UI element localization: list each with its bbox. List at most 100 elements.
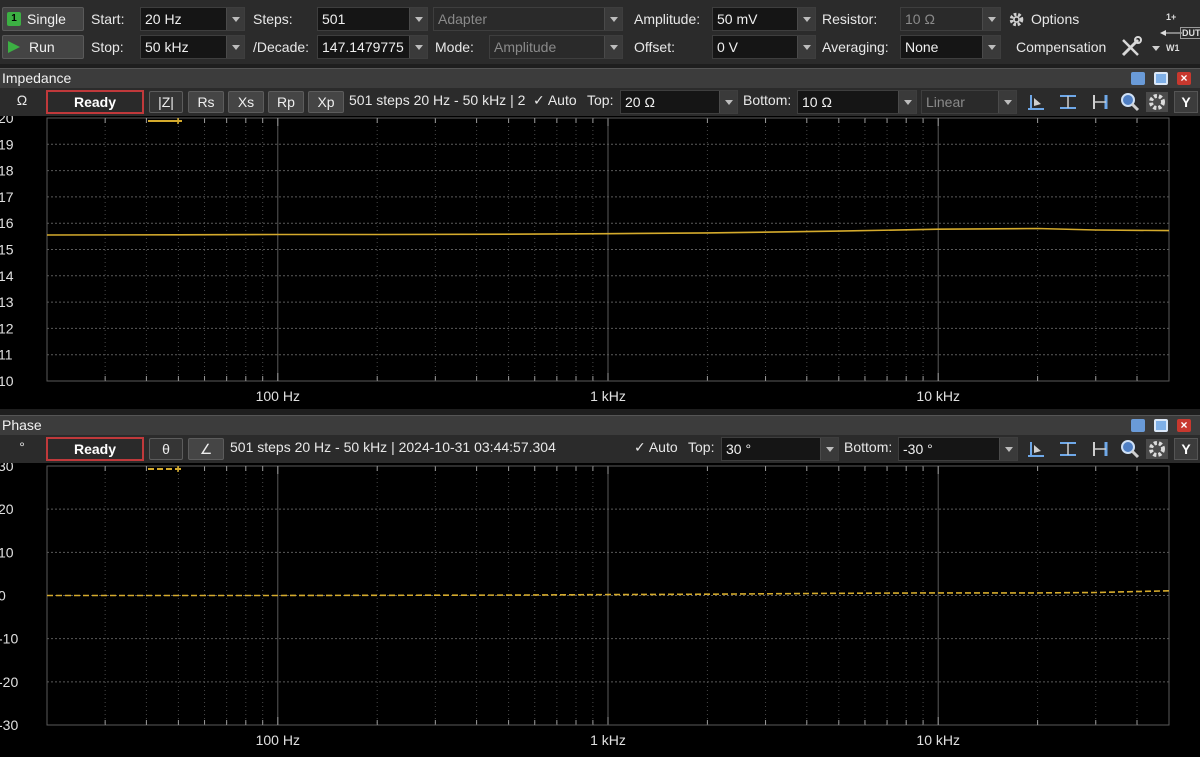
main-toolbar: 1 Single Run Start: 20 Hz Stop: 50 kHz S… [0,0,1200,64]
chevron-down-icon[interactable] [820,438,838,460]
single-icon: 1 [7,12,21,26]
plus-label: 1+ [1166,12,1177,22]
close-icon[interactable]: × [1177,72,1191,85]
chevron-down-icon[interactable] [1152,46,1160,51]
offset-value: 0 V [717,39,739,55]
decade-value: 147.1479775 [322,39,404,55]
options-button[interactable]: Options [1008,8,1079,30]
zoom-icon[interactable] [1119,92,1141,112]
compensation-button[interactable]: Compensation [1016,35,1106,59]
chevron-down-icon[interactable] [226,8,244,30]
adapter-select[interactable]: Adapter [433,7,623,31]
resistor-select[interactable]: 10 Ω [900,7,1001,31]
y-axis-button[interactable]: Y [1174,438,1198,460]
zoom-icon[interactable] [1119,439,1141,459]
angle-button[interactable]: ∠ [188,438,224,460]
y-tick-label: 19 [0,136,14,152]
xs-button[interactable]: Xs [228,91,264,113]
x-tick-label: 10 kHz [916,388,960,404]
impedance-pane: Impedance × Ω Ready |Z| Rs Xs Rp Xp 501 … [0,68,1200,409]
chevron-down-icon[interactable] [797,36,815,58]
y-tick-label: 12 [0,320,14,336]
theta-button[interactable]: θ [149,438,183,460]
run-button[interactable]: Run [2,35,84,59]
run-label: Run [29,39,55,55]
scale-select[interactable]: Linear [921,90,1017,114]
status-ready[interactable]: Ready [46,437,144,461]
bottom-value: -30 ° [903,441,933,457]
bottom-field[interactable]: -30 ° [898,437,1018,461]
chevron-down-icon[interactable] [604,8,622,30]
chevron-down-icon[interactable] [982,8,1000,30]
auto-checkbox[interactable]: ✓ Auto [533,92,577,109]
impedance-plot[interactable]: 20 19 18 17 16 15 14 13 12 11 10 100 Hz 1 kHz 10 kHz [0,116,1200,409]
impedance-title: Impedance [2,70,72,86]
maximize-icon[interactable] [1154,419,1168,432]
chevron-down-icon[interactable] [998,91,1016,113]
mode-value: Amplitude [494,39,557,55]
single-button[interactable]: 1 Single [2,7,84,31]
top-label: Top: [587,92,614,108]
chevron-down-icon[interactable] [898,91,916,113]
amplitude-field[interactable]: 50 mV [712,7,816,31]
chevron-down-icon[interactable] [226,36,244,58]
top-field[interactable]: 30 ° [721,437,839,461]
play-icon [8,41,20,53]
settings-icon[interactable] [1146,92,1168,112]
start-value: 20 Hz [145,11,182,27]
y-tick-label: 16 [0,215,14,231]
chevron-down-icon[interactable] [797,8,815,30]
impedance-chart[interactable]: 20 19 18 17 16 15 14 13 12 11 10 100 Hz 1 kHz 10 kHz [0,116,1200,409]
v-cursor-icon[interactable] [1089,439,1111,459]
v-cursor-icon[interactable] [1089,92,1111,112]
phase-plot[interactable]: 30 20 10 0 -10 -20 -30 100 Hz 1 kHz 10 kHz [0,463,1200,757]
y-tick-label: 17 [0,189,14,205]
adapter-value: Adapter [438,11,488,27]
bottom-field[interactable]: 10 Ω [797,90,917,114]
chevron-down-icon[interactable] [409,36,427,58]
rs-button[interactable]: Rs [188,91,224,113]
averaging-select[interactable]: None [900,35,1001,59]
settings-icon[interactable] [1146,439,1168,459]
decade-field[interactable]: 147.1479775 [317,35,428,59]
h-cursor-icon[interactable] [1057,439,1079,459]
chevron-down-icon[interactable] [999,438,1017,460]
start-label: Start: [91,11,125,27]
cursor-icon[interactable] [1025,92,1047,112]
xp-button[interactable]: Xp [308,91,344,113]
minimize-icon[interactable] [1131,419,1145,432]
cursor-icon[interactable] [1025,439,1047,459]
bottom-label: Bottom: [844,439,893,455]
z-mag-button[interactable]: |Z| [149,91,183,113]
minimize-icon[interactable] [1131,72,1145,85]
steps-field[interactable]: 501 [317,7,428,31]
chevron-down-icon[interactable] [982,36,1000,58]
offset-field[interactable]: 0 V [712,35,816,59]
rp-button[interactable]: Rp [268,91,304,113]
start-field[interactable]: 20 Hz [140,7,245,31]
y-axis-button[interactable]: Y [1174,91,1198,113]
mode-select[interactable]: Amplitude [489,35,623,59]
dut-connection-icon [1160,30,1182,36]
resistor-value: 10 Ω [905,11,935,27]
phase-title: Phase [2,417,42,433]
stop-field[interactable]: 50 kHz [140,35,245,59]
chevron-down-icon[interactable] [604,36,622,58]
pane-title: Phase × [0,415,1200,435]
close-icon[interactable]: × [1177,419,1191,432]
unit-label: Ω [16,92,28,108]
y-tick-label: 18 [0,163,14,179]
auto-checkbox[interactable]: ✓ Auto [634,439,678,456]
top-value: 30 ° [726,441,752,457]
status-ready[interactable]: Ready [46,90,144,114]
chevron-down-icon[interactable] [409,8,427,30]
h-cursor-icon[interactable] [1057,92,1079,112]
tools-icon[interactable] [1120,36,1142,58]
y-tick-label: 15 [0,242,14,258]
phase-chart[interactable]: 30 20 10 0 -10 -20 -30 100 Hz 1 kHz 10 kHz [0,463,1200,757]
top-field[interactable]: 20 Ω [620,90,738,114]
maximize-icon[interactable] [1154,72,1168,85]
scale-value: Linear [926,94,965,110]
bottom-label: Bottom: [743,92,792,108]
chevron-down-icon[interactable] [719,91,737,113]
